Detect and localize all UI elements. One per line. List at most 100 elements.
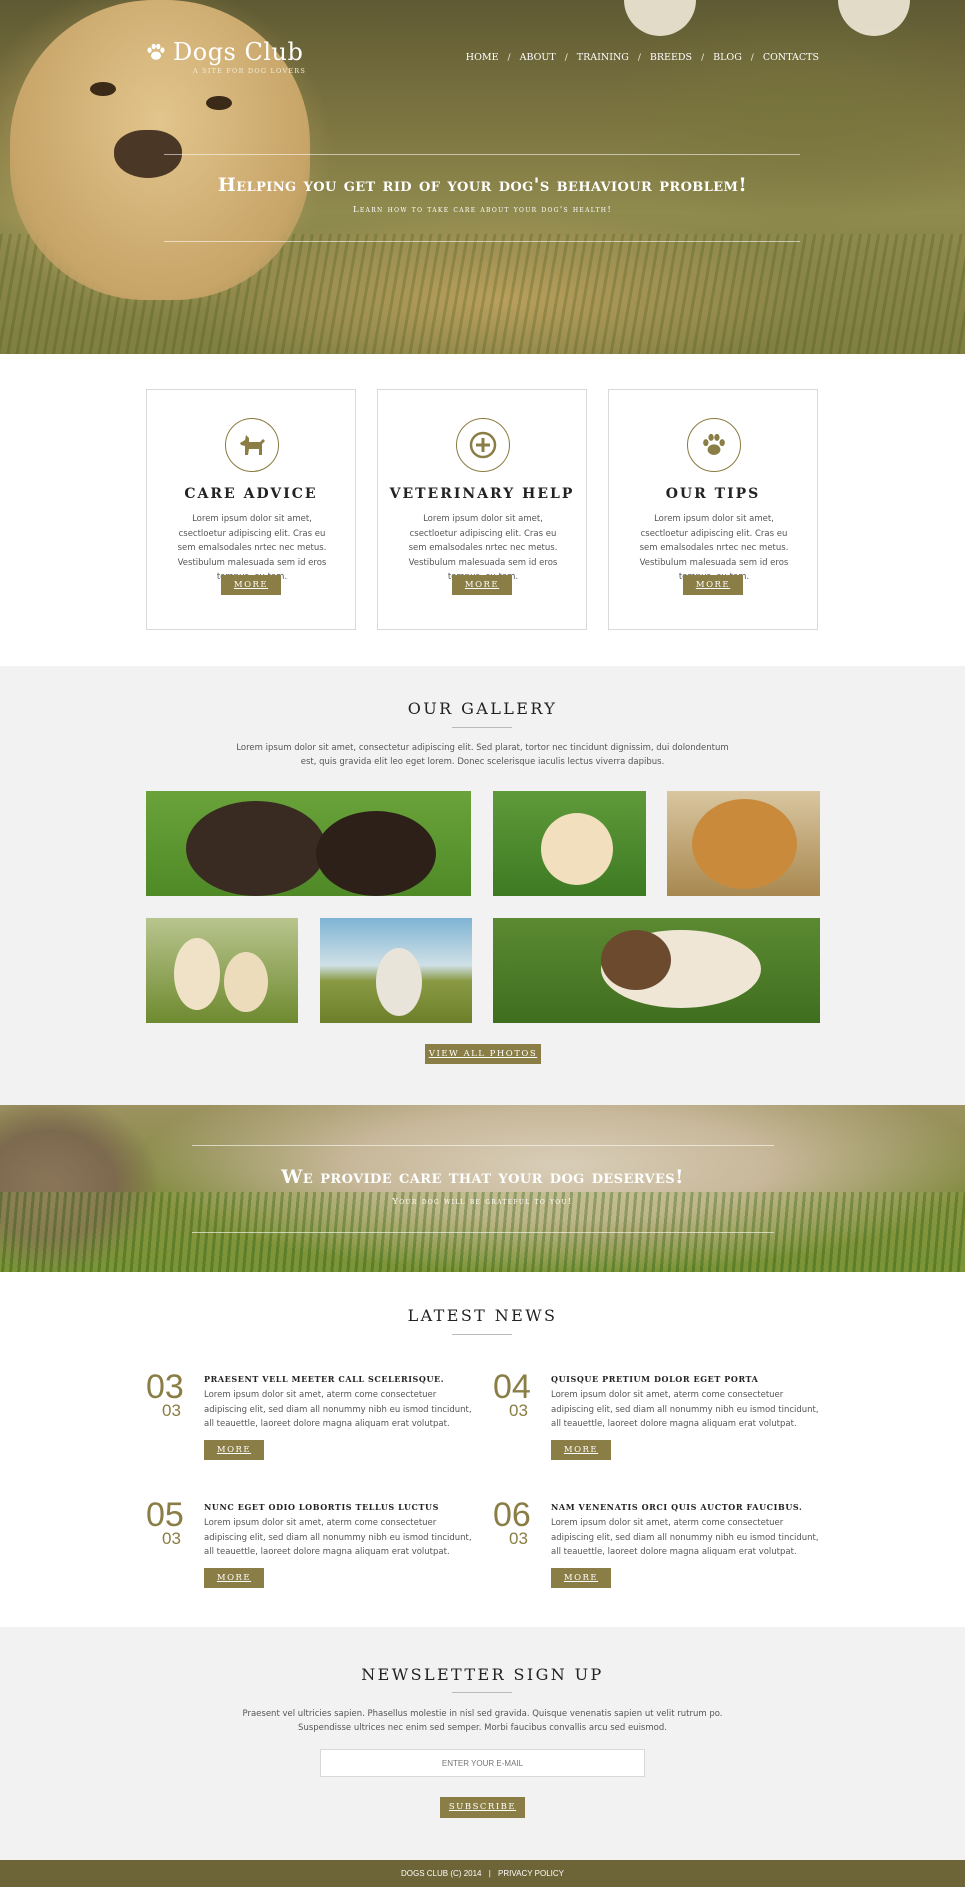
footer-separator: |	[488, 1869, 491, 1878]
dog-eye	[206, 96, 232, 110]
section-title: NEWSLETTER SIGN UP	[361, 1665, 604, 1684]
gallery-section: OUR GALLERY Lorem ipsum dolor sit amet, …	[0, 666, 965, 1105]
logo[interactable]: Dogs Club A SITE FOR DOG LOVERS	[145, 38, 305, 75]
logo-subtitle: A SITE FOR DOG LOVERS	[193, 67, 307, 75]
more-button[interactable]: MORE	[683, 575, 743, 595]
gallery-photo[interactable]	[667, 791, 820, 896]
section-title: OUR GALLERY	[407, 699, 558, 718]
section-rule	[452, 1334, 512, 1335]
puppy-shape	[376, 948, 422, 1016]
gallery-photo[interactable]	[320, 918, 472, 1023]
nav-contacts[interactable]: CONTACTS	[763, 52, 819, 63]
hero-title: Helping you get rid of your dog's behavi…	[217, 174, 748, 196]
feature-card-care-advice: CARE ADVICE Lorem ipsum dolor sit amet, …	[146, 389, 356, 630]
news-item: 04 03 QUISQUE PRETIUM DOLOR EGET PORTA L…	[493, 1368, 823, 1476]
banner-subtitle: Your dog will be grateful to you!	[392, 1197, 573, 1207]
banner-title: We provide care that your dog deserves!	[281, 1166, 684, 1188]
more-button[interactable]: MORE	[452, 575, 512, 595]
feature-icon-circle	[225, 418, 279, 472]
more-button[interactable]: MORE	[551, 1440, 611, 1460]
nav-separator: /	[637, 52, 641, 63]
feature-card-our-tips: OUR TIPS Lorem ipsum dolor sit amet, cse…	[608, 389, 818, 630]
paw-icon	[147, 43, 165, 60]
news-title[interactable]: NAM VENENATIS ORCI QUIS AUCTOR FAUCIBUS.	[551, 1502, 802, 1512]
puppy-shape	[174, 938, 220, 1010]
more-button[interactable]: MORE	[221, 575, 281, 595]
news-text: Lorem ipsum dolor sit amet, aterm come c…	[204, 1390, 472, 1429]
feature-title: CARE ADVICE	[184, 486, 318, 502]
nav-training[interactable]: TRAINING	[577, 52, 629, 63]
garden-lamp	[838, 0, 910, 36]
banner-divider	[192, 1232, 774, 1233]
news-item: 05 03 NUNC EGET ODIO LOBORTIS TELLUS LUC…	[146, 1496, 476, 1604]
section-title: LATEST NEWS	[407, 1306, 558, 1325]
gallery-text-line: Lorem ipsum dolor sit amet, consectetur …	[236, 743, 729, 753]
gallery-photo[interactable]	[146, 918, 298, 1023]
puppy-shape	[601, 930, 671, 990]
view-all-photos-button[interactable]: VIEW ALL PHOTOS	[425, 1044, 541, 1064]
section-rule	[452, 1692, 512, 1693]
feature-text: Lorem ipsum dolor sit amet, csectloetur …	[639, 514, 789, 582]
news-title[interactable]: QUISQUE PRETIUM DOLOR EGET PORTA	[551, 1374, 758, 1384]
plus-circle-icon	[469, 431, 497, 459]
puppy-shape	[692, 799, 797, 889]
banner-section: We provide care that your dog deserves! …	[0, 1105, 965, 1272]
email-input[interactable]	[320, 1749, 645, 1777]
news-day: 03	[162, 1401, 181, 1420]
newsletter-section: NEWSLETTER SIGN UP Praesent vel ultricie…	[0, 1627, 965, 1860]
news-text: Lorem ipsum dolor sit amet, aterm come c…	[551, 1518, 819, 1557]
feature-card-veterinary-help: VETERINARY HELP Lorem ipsum dolor sit am…	[377, 389, 587, 630]
feature-text: Lorem ipsum dolor sit amet, csectloetur …	[177, 514, 327, 582]
puppy-shape	[224, 952, 268, 1012]
hero-divider	[164, 241, 800, 242]
nav-separator: /	[507, 52, 511, 63]
news-day: 03	[162, 1529, 181, 1548]
banner-divider	[192, 1145, 774, 1146]
news-day: 03	[509, 1529, 528, 1548]
logo-title: Dogs Club	[173, 38, 304, 66]
news-section: LATEST NEWS 03 03 PRAESENT VELL MEETER C…	[0, 1272, 965, 1627]
features-section: CARE ADVICE Lorem ipsum dolor sit amet, …	[0, 354, 965, 666]
hero-divider	[164, 154, 800, 155]
puppy-shape	[316, 811, 436, 896]
newsletter-text-line: Suspendisse ultrices nec enim sed semper…	[298, 1723, 667, 1733]
feature-icon-circle	[687, 418, 741, 472]
news-day: 03	[509, 1401, 528, 1420]
nav-breeds[interactable]: BREEDS	[650, 52, 692, 63]
nav-separator: /	[701, 52, 705, 63]
privacy-policy-link[interactable]: PRIVACY POLICY	[498, 1869, 564, 1878]
hero-subtitle: Learn how to take care about your dog's …	[352, 205, 613, 215]
more-button[interactable]: MORE	[551, 1568, 611, 1588]
garden-lamp	[624, 0, 696, 36]
more-button[interactable]: MORE	[204, 1568, 264, 1588]
gallery-photo[interactable]	[493, 918, 820, 1023]
feature-icon-circle	[456, 418, 510, 472]
nav-about[interactable]: ABOUT	[520, 52, 556, 63]
news-text: Lorem ipsum dolor sit amet, aterm come c…	[204, 1518, 472, 1557]
news-title[interactable]: PRAESENT VELL MEETER CALL SCELERISQUE.	[204, 1374, 444, 1384]
nav-separator: /	[564, 52, 568, 63]
nav-home[interactable]: HOME	[466, 52, 499, 63]
gallery-photo[interactable]	[146, 791, 471, 896]
nav-separator: /	[750, 52, 754, 63]
footer-copyright: DOGS CLUB (C) 2014	[401, 1869, 482, 1878]
gallery-photo[interactable]	[493, 791, 646, 896]
dog-eye	[90, 82, 116, 96]
news-item: 03 03 PRAESENT VELL MEETER CALL SCELERIS…	[146, 1368, 476, 1476]
feature-title: VETERINARY HELP	[389, 486, 575, 502]
news-text: Lorem ipsum dolor sit amet, aterm come c…	[551, 1390, 819, 1429]
feature-title: OUR TIPS	[665, 486, 761, 502]
more-button[interactable]: MORE	[204, 1440, 264, 1460]
gallery-text-line: est, quis gravida elit leo eget lorem. D…	[300, 757, 665, 767]
feature-text: Lorem ipsum dolor sit amet, csectloetur …	[408, 514, 558, 582]
footer: DOGS CLUB (C) 2014 | PRIVACY POLICY	[0, 1860, 965, 1887]
nav-blog[interactable]: BLOG	[713, 52, 742, 63]
section-rule	[452, 727, 512, 728]
subscribe-button[interactable]: SUBSCRIBE	[440, 1797, 525, 1818]
newsletter-text-line: Praesent vel ultricies sapien. Phasellus…	[242, 1709, 723, 1719]
puppy-shape	[541, 813, 613, 885]
puppy-shape	[186, 801, 326, 896]
news-title[interactable]: NUNC EGET ODIO LOBORTIS TELLUS LUCTUS	[204, 1502, 439, 1512]
main-nav: HOME / ABOUT / TRAINING / BREEDS / BLOG …	[466, 52, 819, 63]
news-item: 06 03 NAM VENENATIS ORCI QUIS AUCTOR FAU…	[493, 1496, 823, 1604]
